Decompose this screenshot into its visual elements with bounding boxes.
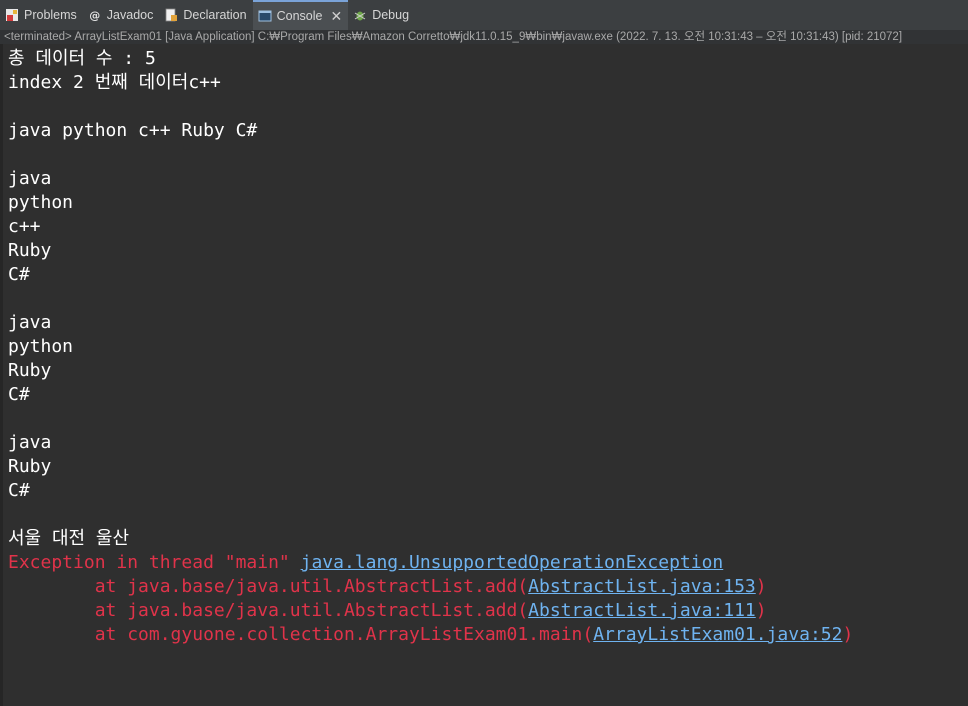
tab-debug[interactable]: Debug <box>348 0 415 30</box>
stack-frame-text: at com.gyuone.collection.ArrayListExam01… <box>8 624 594 645</box>
stack-trace-line: at java.base/java.util.AbstractList.add(… <box>8 599 767 623</box>
tab-declaration[interactable]: Declaration <box>159 0 252 30</box>
output-line: C# <box>8 480 30 501</box>
console-output[interactable]: 총 데이터 수 : 5 index 2 번째 데이터c++ java pytho… <box>0 44 968 706</box>
output-line: java python c++ Ruby C# <box>8 120 258 141</box>
view-tab-bar: Problems @ Javadoc Declaration Console ✕… <box>0 0 968 31</box>
tab-label: Debug <box>372 8 410 22</box>
output-line: java <box>8 312 52 333</box>
tab-label: Javadoc <box>106 8 154 22</box>
stack-trace-line: at java.base/java.util.AbstractList.add(… <box>8 575 767 599</box>
output-line: 서울 대전 울산 <box>8 528 130 549</box>
source-link[interactable]: AbstractList.java:111 <box>528 600 756 621</box>
console-icon <box>258 9 272 23</box>
output-line: java <box>8 432 52 453</box>
output-line: C# <box>8 384 30 405</box>
problems-icon <box>5 8 19 22</box>
exception-prefix: Exception in thread "main" <box>8 552 301 573</box>
source-link[interactable]: ArrayListExam01.java:52 <box>593 624 842 645</box>
tab-label: Problems <box>24 8 77 22</box>
stack-trace-line: at com.gyuone.collection.ArrayListExam01… <box>8 623 854 647</box>
tab-javadoc[interactable]: @ Javadoc <box>83 0 160 30</box>
stack-frame-suffix: ) <box>755 576 767 597</box>
output-line: Ruby <box>8 360 52 381</box>
javadoc-icon: @ <box>89 8 101 22</box>
stack-frame-suffix: ) <box>842 624 854 645</box>
source-link[interactable]: AbstractList.java:153 <box>528 576 756 597</box>
output-line: Ruby <box>8 240 52 261</box>
exception-line: Exception in thread "main" java.lang.Uns… <box>8 551 723 575</box>
output-line: c++ <box>8 216 41 237</box>
tab-problems[interactable]: Problems <box>0 0 83 30</box>
process-status-line: <terminated> ArrayListExam01 [Java Appli… <box>0 30 968 44</box>
tab-label: Declaration <box>183 8 247 22</box>
output-line: C# <box>8 264 30 285</box>
output-line: 총 데이터 수 : 5 <box>8 48 156 69</box>
output-line: index 2 번째 데이터c++ <box>8 72 221 93</box>
declaration-icon <box>164 8 178 22</box>
exception-class-link[interactable]: java.lang.UnsupportedOperationException <box>301 552 724 573</box>
tab-console[interactable]: Console ✕ <box>252 0 349 30</box>
close-icon[interactable]: ✕ <box>330 8 342 25</box>
output-line: python <box>8 192 74 213</box>
output-line: python <box>8 336 74 357</box>
stack-frame-text: at java.base/java.util.AbstractList.add( <box>8 600 529 621</box>
debug-icon <box>353 8 367 22</box>
stack-frame-suffix: ) <box>755 600 767 621</box>
stack-frame-text: at java.base/java.util.AbstractList.add( <box>8 576 529 597</box>
output-line: java <box>8 168 52 189</box>
tab-label: Console <box>276 9 323 23</box>
output-line: Ruby <box>8 456 52 477</box>
